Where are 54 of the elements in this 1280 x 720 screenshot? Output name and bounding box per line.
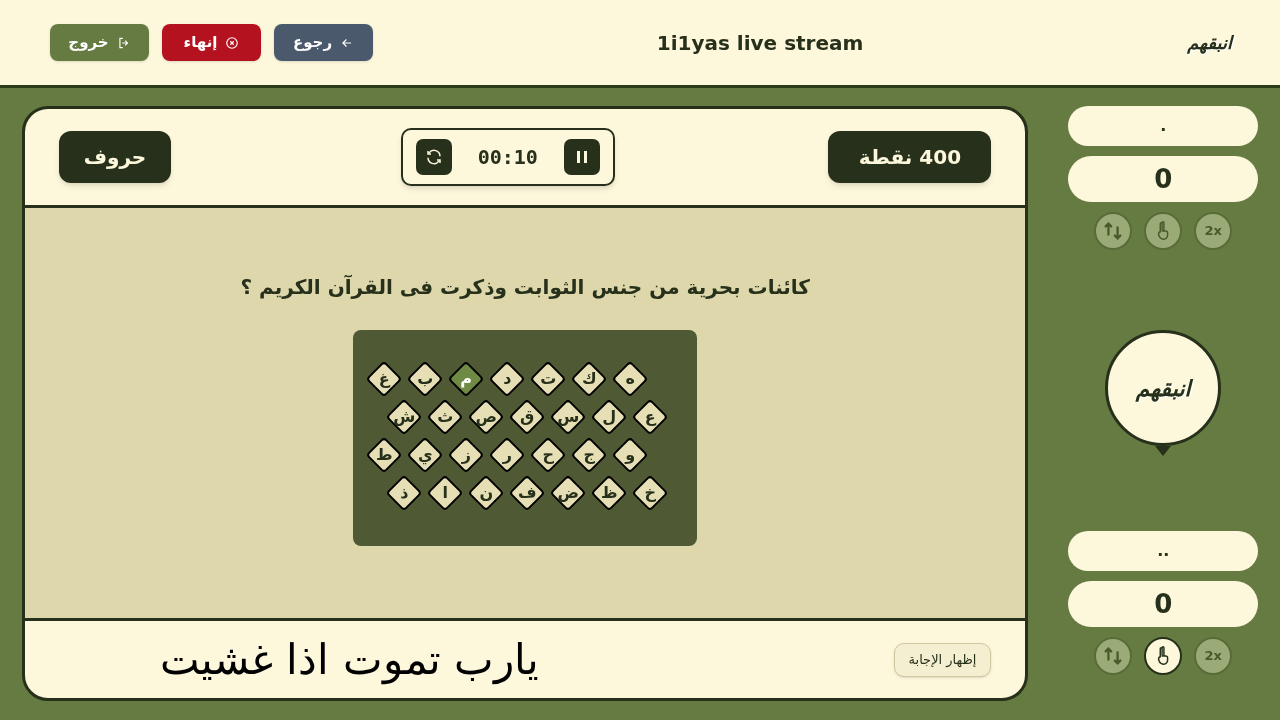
tile-letter: م	[460, 371, 473, 387]
question-text: كائنات بحرية من جنس الثوابت وذكرت فى القرآن الكريم ؟	[240, 274, 810, 301]
tile-letter: ط	[375, 447, 393, 463]
exit-button[interactable]: خروج	[50, 24, 149, 61]
tile-letter: ل	[602, 409, 617, 425]
tile-letter: ق	[520, 409, 535, 425]
refresh-icon	[424, 148, 443, 166]
end-button[interactable]: إنهاء	[162, 24, 261, 61]
team-name: ..	[1068, 531, 1258, 571]
timer: 00:10	[477, 144, 538, 171]
tile-letter: ذ	[400, 485, 409, 501]
team-score: 0	[1068, 156, 1258, 202]
tile-letter: خ	[644, 485, 656, 501]
tile-letter: ك	[581, 371, 597, 387]
hand-powerup-button[interactable]	[1144, 637, 1183, 675]
tile-letter: ر	[502, 447, 512, 463]
tile-letter: و	[625, 447, 636, 463]
swap-arrows-icon	[1102, 645, 1125, 667]
tile-letter: ع	[644, 409, 656, 425]
tile-letter: ه	[625, 371, 635, 387]
tile-letter: ف	[517, 485, 537, 501]
pause-button[interactable]	[563, 139, 600, 175]
tile-letter: ا	[442, 485, 448, 501]
exit-icon	[116, 35, 131, 50]
logo: انبقهم	[1187, 31, 1232, 56]
tile-letter: ش	[393, 409, 416, 425]
team-score: 0	[1068, 581, 1258, 627]
stream-title: 1i1yas live stream	[656, 29, 864, 57]
tile-letter: غ	[378, 371, 390, 387]
tile-letter: ي	[417, 447, 433, 463]
points-label: 400 نقطة	[828, 131, 992, 183]
reset-button[interactable]	[415, 139, 452, 175]
tile-letter: س	[557, 409, 580, 425]
badge-logo: انبقهم	[1135, 374, 1191, 404]
cancel-icon	[225, 35, 240, 50]
swap-powerup-button[interactable]	[1094, 212, 1133, 250]
tile-letter: ح	[542, 447, 554, 463]
pause-icon	[575, 150, 588, 164]
back-button[interactable]: رجوع	[274, 24, 373, 61]
tile-letter: ص	[475, 409, 497, 425]
tile-letter: ب	[417, 371, 434, 387]
tile-letter: ث	[437, 409, 454, 425]
tile-letter: ظ	[600, 485, 618, 501]
tile-letter: ت	[540, 371, 557, 387]
swap-arrows-icon	[1102, 220, 1125, 242]
show-answer-button[interactable]: إظهار الإجابة	[893, 642, 992, 677]
category-label: حروف	[59, 131, 171, 183]
swap-powerup-button[interactable]	[1094, 637, 1133, 675]
tile-letter: ج	[583, 447, 595, 463]
tile-letter: ض	[557, 485, 579, 501]
tile-letter: ن	[479, 485, 494, 501]
team-name: .	[1068, 106, 1258, 146]
tile-letter: د	[503, 371, 512, 387]
tile-letter: ز	[461, 447, 471, 463]
